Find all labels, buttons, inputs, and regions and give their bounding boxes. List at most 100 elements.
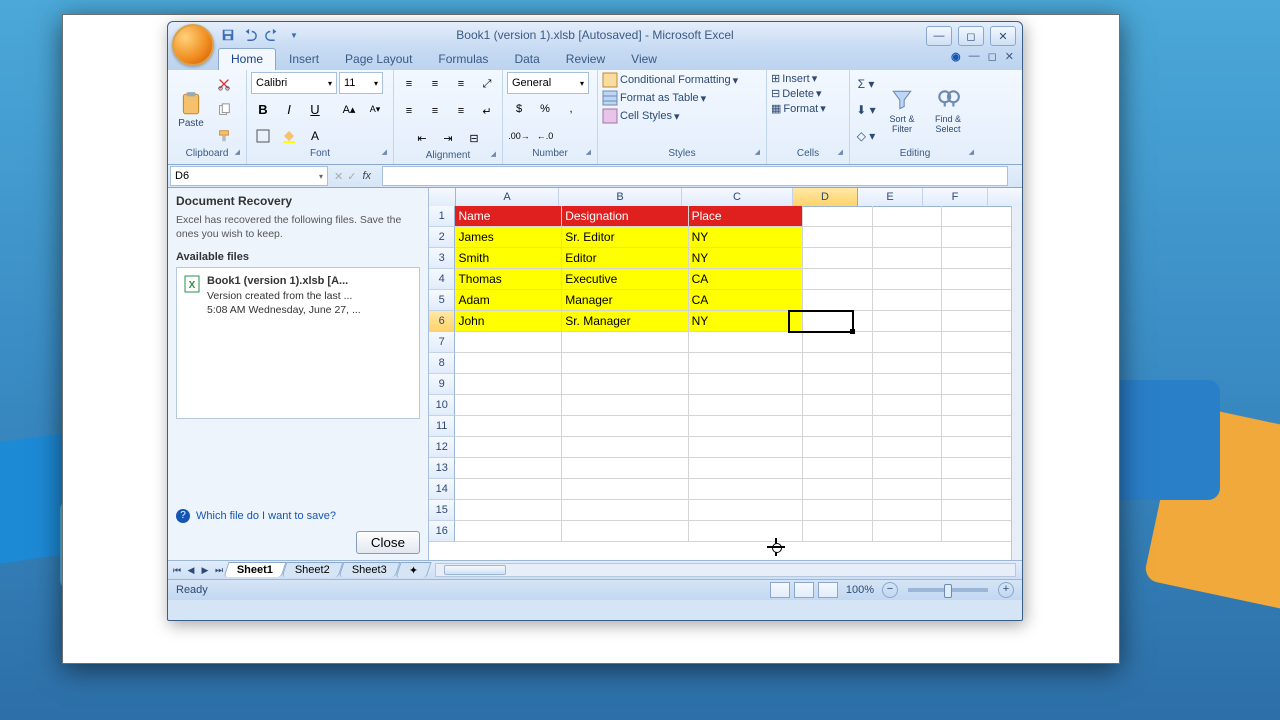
cell[interactable]: Manager: [562, 290, 688, 311]
cell[interactable]: [942, 269, 1012, 290]
cell[interactable]: [689, 374, 804, 395]
font-name-combo[interactable]: Calibri▾: [251, 72, 337, 94]
row-header[interactable]: 1: [429, 206, 455, 227]
cell[interactable]: [803, 269, 873, 290]
cell[interactable]: [942, 521, 1012, 542]
cell[interactable]: [942, 353, 1012, 374]
cell[interactable]: Name: [455, 206, 562, 227]
cell[interactable]: [942, 248, 1012, 269]
tab-page-layout[interactable]: Page Layout: [332, 48, 425, 70]
tab-view[interactable]: View: [618, 48, 670, 70]
decrease-indent-button[interactable]: ⇤: [410, 126, 434, 150]
cell[interactable]: [562, 521, 688, 542]
row-header[interactable]: 16: [429, 521, 455, 542]
cell[interactable]: [562, 500, 688, 521]
cell[interactable]: [455, 416, 562, 437]
save-icon[interactable]: [218, 25, 238, 45]
cell[interactable]: [942, 332, 1012, 353]
column-header[interactable]: A: [456, 188, 559, 206]
cell[interactable]: [562, 332, 688, 353]
cell[interactable]: [942, 437, 1012, 458]
underline-button[interactable]: U: [303, 97, 327, 121]
cell[interactable]: [873, 437, 943, 458]
cell[interactable]: [562, 458, 688, 479]
cell[interactable]: [942, 458, 1012, 479]
decrease-decimal-button[interactable]: ←.0: [533, 124, 557, 148]
row-header[interactable]: 2: [429, 227, 455, 248]
find-select-button[interactable]: Find & Select: [926, 87, 970, 134]
cell[interactable]: [873, 458, 943, 479]
italic-button[interactable]: I: [277, 97, 301, 121]
percent-button[interactable]: %: [533, 97, 557, 121]
doc-minimize-button[interactable]: —: [969, 50, 980, 63]
cell[interactable]: [803, 311, 873, 332]
zoom-in-button[interactable]: +: [998, 582, 1014, 598]
cell[interactable]: [942, 500, 1012, 521]
number-format-combo[interactable]: General▾: [507, 72, 589, 94]
align-top-button[interactable]: ≡: [397, 72, 421, 96]
cell[interactable]: [455, 458, 562, 479]
cell[interactable]: [689, 416, 804, 437]
comma-button[interactable]: ,: [559, 97, 583, 121]
cell[interactable]: [873, 311, 943, 332]
cell[interactable]: [873, 290, 943, 311]
row-header[interactable]: 11: [429, 416, 455, 437]
cell[interactable]: [873, 374, 943, 395]
format-painter-icon[interactable]: [212, 124, 236, 148]
fill-color-button[interactable]: [277, 124, 301, 148]
cell[interactable]: [873, 248, 943, 269]
bold-button[interactable]: B: [251, 97, 275, 121]
cell[interactable]: NY: [689, 248, 804, 269]
cell[interactable]: [455, 332, 562, 353]
cell[interactable]: [803, 290, 873, 311]
cell[interactable]: [562, 437, 688, 458]
page-layout-view-button[interactable]: [794, 582, 814, 598]
row-header[interactable]: 10: [429, 395, 455, 416]
name-box[interactable]: D6▾: [170, 166, 328, 186]
border-button[interactable]: [251, 124, 275, 148]
cell[interactable]: [455, 395, 562, 416]
cell[interactable]: John: [455, 311, 562, 332]
column-header[interactable]: D: [793, 188, 858, 206]
clear-button[interactable]: ◇ ▾: [854, 124, 878, 148]
new-sheet-button[interactable]: ✦: [395, 562, 431, 578]
tab-formulas[interactable]: Formulas: [425, 48, 501, 70]
font-size-combo[interactable]: 11▾: [339, 72, 383, 94]
fill-button[interactable]: ⬇ ▾: [854, 98, 878, 122]
cell[interactable]: [689, 332, 804, 353]
doc-close-button[interactable]: ✕: [1005, 50, 1014, 63]
cell[interactable]: Thomas: [455, 269, 562, 290]
cell[interactable]: [689, 353, 804, 374]
conditional-formatting-button[interactable]: Conditional Formatting ▾: [602, 72, 738, 88]
grow-font-button[interactable]: A▴: [337, 97, 361, 121]
first-sheet-button[interactable]: ⏮: [170, 565, 184, 576]
row-header[interactable]: 15: [429, 500, 455, 521]
cell[interactable]: Executive: [562, 269, 688, 290]
cell[interactable]: [873, 227, 943, 248]
cell[interactable]: Smith: [455, 248, 562, 269]
select-all-corner[interactable]: [429, 188, 456, 206]
minimize-button[interactable]: —: [926, 26, 952, 46]
increase-decimal-button[interactable]: .00→: [507, 124, 531, 148]
sort-filter-button[interactable]: Sort & Filter: [880, 87, 924, 134]
cell[interactable]: [942, 206, 1012, 227]
currency-button[interactable]: $: [507, 97, 531, 121]
normal-view-button[interactable]: [770, 582, 790, 598]
cell[interactable]: Adam: [455, 290, 562, 311]
page-break-view-button[interactable]: [818, 582, 838, 598]
cell[interactable]: [942, 311, 1012, 332]
paste-button[interactable]: Paste: [172, 91, 210, 129]
cell[interactable]: [873, 332, 943, 353]
column-header[interactable]: B: [559, 188, 682, 206]
orientation-button[interactable]: ⤢: [475, 72, 499, 96]
cell[interactable]: [689, 458, 804, 479]
help-icon[interactable]: ◉: [951, 50, 961, 63]
close-button[interactable]: ✕: [990, 26, 1016, 46]
wrap-text-button[interactable]: ↵: [475, 99, 499, 123]
zoom-out-button[interactable]: −: [882, 582, 898, 598]
cell[interactable]: [689, 395, 804, 416]
cell[interactable]: [873, 206, 943, 227]
enter-formula-icon[interactable]: ✓: [347, 170, 356, 183]
row-header[interactable]: 13: [429, 458, 455, 479]
cell[interactable]: [455, 479, 562, 500]
